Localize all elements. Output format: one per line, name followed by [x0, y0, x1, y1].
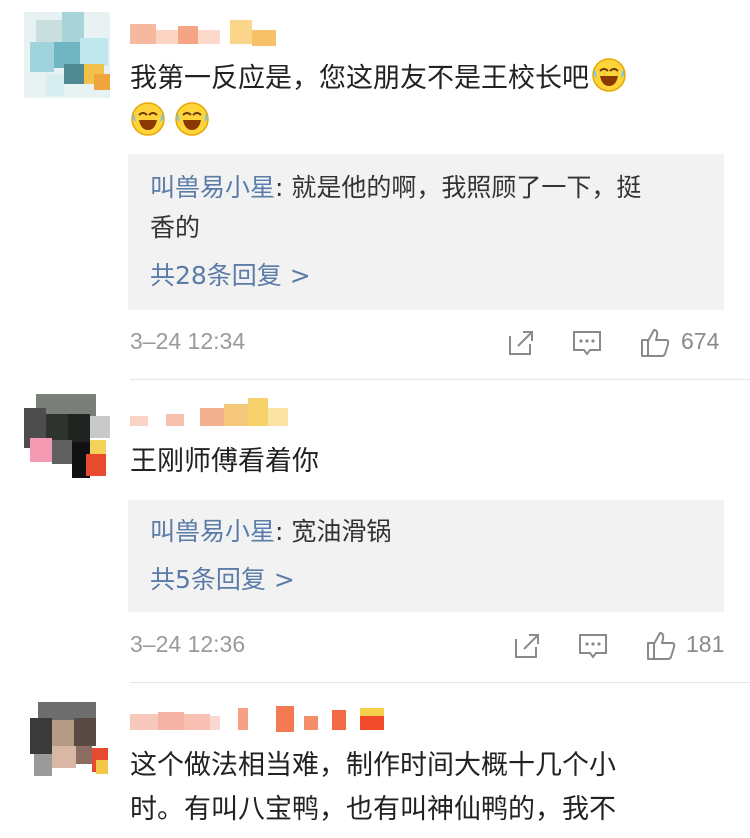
like-count: 674: [681, 328, 720, 354]
reply-preview-box[interactable]: 叫兽易小星: 宽油滑锅 共5条回复 >: [128, 500, 724, 612]
reply-text-line2: 香的: [150, 213, 201, 242]
reply-icon[interactable]: [570, 326, 604, 360]
reply-content: : 宽油滑锅: [275, 517, 392, 546]
reply-content: : 就是他的啊，我照顾了一下，挺: [275, 173, 642, 202]
avatar[interactable]: [24, 394, 110, 480]
reply-text: 叫兽易小星: 就是他的啊，我照顾了一下，挺: [150, 168, 702, 208]
thumb-up-icon[interactable]: [638, 326, 672, 360]
avatar[interactable]: [24, 12, 110, 98]
comment-text: 我第一反应是，您这朋友不是王校长吧: [130, 57, 730, 145]
comment-text-line: 我第一反应是，您这朋友不是王校长吧: [130, 63, 589, 94]
comment-timestamp: 3–24 12:36: [130, 631, 246, 657]
comment-meta: 3–24 12:34 674: [130, 326, 726, 362]
share-icon[interactable]: [504, 326, 538, 360]
laughing-crying-emoji-icon: [131, 102, 165, 136]
comment-divider: [130, 682, 750, 683]
reply-icon[interactable]: [576, 629, 610, 663]
laughing-crying-emoji-icon: [592, 58, 626, 92]
comment-text: 这个做法相当难，制作时间大概十几个小 时。有叫八宝鸭，也有叫神仙鸭的，我不: [130, 744, 730, 832]
view-replies-link[interactable]: 共28条回复 >: [150, 258, 311, 294]
reply-preview-box[interactable]: 叫兽易小星: 就是他的啊，我照顾了一下，挺 香的 共28条回复 >: [128, 154, 724, 310]
comment-timestamp: 3–24 12:34: [130, 328, 246, 354]
avatar[interactable]: [24, 696, 110, 782]
view-replies-link[interactable]: 共5条回复 >: [150, 562, 295, 598]
comment-divider: [130, 379, 750, 380]
comment-text-line: 这个做法相当难，制作时间大概十几个小: [130, 750, 616, 781]
reply-text: 叫兽易小星: 宽油滑锅: [150, 512, 702, 552]
thumb-up-icon[interactable]: [644, 629, 678, 663]
username-blurred[interactable]: [130, 16, 280, 50]
reply-author-link[interactable]: 叫兽易小星: [150, 173, 275, 202]
comment-text: 王刚师傅看着你: [130, 446, 319, 477]
comment-meta: 3–24 12:36 181: [130, 629, 726, 665]
username-blurred[interactable]: [130, 396, 300, 430]
laughing-crying-emoji-icon: [175, 102, 209, 136]
like-count: 181: [686, 631, 725, 657]
share-icon[interactable]: [510, 629, 544, 663]
username-blurred[interactable]: [130, 702, 390, 736]
comment-text-line: 时。有叫八宝鸭，也有叫神仙鸭的，我不: [130, 794, 616, 825]
reply-author-link[interactable]: 叫兽易小星: [150, 517, 275, 546]
